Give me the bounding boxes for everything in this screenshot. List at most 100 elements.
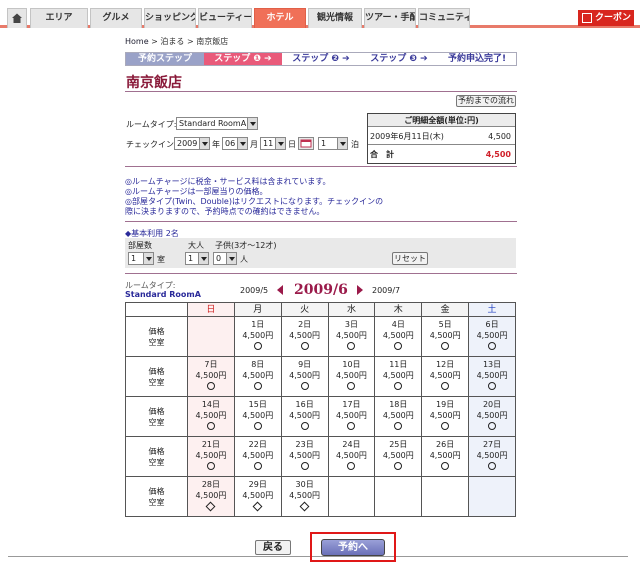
breadcrumb: Home > 泊まる > 南京飯店 (125, 37, 229, 46)
breadcrumb-home[interactable]: Home (125, 37, 149, 46)
children-label: 子供(3才～12才) (215, 241, 277, 250)
checkin-month-select[interactable]: 06 (222, 137, 248, 150)
calendar-day-cell[interactable]: 23日 4,500円 (280, 436, 329, 477)
availability-calendar: 日月火水木金土 価格 空室 1日 4,500円 2日 4,500円 3日 4,500円 4日 4,… (125, 302, 516, 517)
calendar-day-cell (374, 476, 423, 517)
calendar-day-cell[interactable]: 26日 4,500円 (421, 436, 470, 477)
calendar-picker-button[interactable] (298, 137, 314, 150)
calendar-day-cell[interactable]: 5日 4,500円 (421, 316, 470, 357)
nav-tab-beauty[interactable]: ビューティー (198, 8, 252, 28)
reset-button[interactable]: リセット (392, 252, 428, 265)
reserve-highlight: 予約へ (310, 532, 396, 562)
available-icon (253, 462, 262, 470)
available-icon (488, 422, 497, 430)
available-icon (441, 422, 450, 430)
calendar-day-cell[interactable]: 3日 4,500円 (327, 316, 376, 357)
coupon-label: クーポン (594, 13, 631, 23)
row-label: 価格 空室 (125, 356, 188, 397)
nights-select[interactable]: 1 (318, 137, 348, 150)
calendar-week-row: 価格 空室 7日 4,500円 8日 4,500円 9日 4,500円 10日 4,500円 11日… (125, 356, 516, 397)
available-icon (347, 422, 356, 430)
calendar-day-cell[interactable]: 7日 4,500円 (187, 356, 235, 397)
rooms-select[interactable]: 1 (128, 252, 154, 265)
calendar-day-cell[interactable]: 8日 4,500円 (233, 356, 282, 397)
calendar-day-cell[interactable]: 2日 4,500円 (280, 316, 329, 357)
back-button[interactable]: 戻る (255, 540, 291, 555)
rooms-label: 部屋数 (128, 241, 152, 250)
available-icon (488, 382, 497, 390)
calendar-day-cell[interactable]: 27日 4,500円 (468, 436, 516, 477)
chevron-down-icon (226, 253, 236, 264)
calendar-week-row: 価格 空室 21日 4,500円 22日 4,500円 23日 4,500円 24日 4,500円… (125, 436, 516, 477)
adults-label: 大人 (188, 241, 204, 250)
calendar-day-cell[interactable]: 30日 4,500円 (280, 476, 329, 517)
available-icon (394, 342, 403, 350)
available-icon (441, 462, 450, 470)
nav-tab-gourmet[interactable]: グルメ (90, 8, 142, 28)
room-type-select[interactable]: Standard RoomA (176, 117, 258, 130)
available-icon (394, 462, 403, 470)
available-icon (253, 342, 262, 350)
calendar-day-cell[interactable]: 28日 4,500円 (187, 476, 235, 517)
calendar-day-cell[interactable]: 4日 4,500円 (374, 316, 423, 357)
home-icon (12, 13, 22, 23)
available-icon (253, 422, 262, 430)
calendar-day-cell[interactable]: 12日 4,500円 (421, 356, 470, 397)
weekday-header: 水 (327, 302, 376, 317)
calendar-day-cell[interactable]: 6日 4,500円 (468, 316, 516, 357)
calendar-day-cell[interactable]: 17日 4,500円 (327, 396, 376, 437)
breadcrumb-current: 南京飯店 (196, 37, 229, 46)
nav-tab-hotel[interactable]: ホテル (254, 8, 306, 28)
limited-vacancy-icon (205, 501, 216, 512)
calendar-day-cell[interactable]: 19日 4,500円 (421, 396, 470, 437)
prev-month-arrow-icon[interactable] (277, 285, 283, 295)
calendar-day-cell[interactable]: 20日 4,500円 (468, 396, 516, 437)
calendar-day-cell (421, 476, 470, 517)
next-month-arrow-icon[interactable] (357, 285, 363, 295)
calendar-day-cell[interactable]: 22日 4,500円 (233, 436, 282, 477)
available-icon (394, 422, 403, 430)
nav-tab-sightseeing[interactable]: 観光情報 (308, 8, 362, 28)
weekday-header: 日 (187, 302, 235, 317)
calendar-day-cell[interactable]: 21日 4,500円 (187, 436, 235, 477)
calendar-day-cell[interactable]: 13日 4,500円 (468, 356, 516, 397)
checkin-year-select[interactable]: 2009 (174, 137, 210, 150)
row-label: 価格 空室 (125, 476, 188, 517)
reserve-button[interactable]: 予約へ (321, 539, 385, 556)
calendar-day-cell[interactable]: 25日 4,500円 (374, 436, 423, 477)
calendar-day-cell[interactable]: 10日 4,500円 (327, 356, 376, 397)
summary-total-row: 合 計 4,500 (370, 150, 511, 159)
calendar-day-cell[interactable]: 15日 4,500円 (233, 396, 282, 437)
weekday-header: 金 (421, 302, 470, 317)
calendar-day-cell[interactable]: 1日 4,500円 (233, 316, 282, 357)
coupon-button[interactable]: クーポン (578, 10, 634, 26)
nav-tab-area[interactable]: エリア (30, 8, 88, 28)
calendar-week-row: 価格 空室 14日 4,500円 15日 4,500円 16日 4,500円 17日 4,500円… (125, 396, 516, 437)
calendar-day-cell[interactable]: 29日 4,500円 (233, 476, 282, 517)
step-3: ステップ ❸ ➔ (360, 53, 438, 65)
chevron-down-icon (337, 138, 347, 149)
nav-tab-tour[interactable]: ツアー・手配 (364, 8, 416, 28)
checkin-day-select[interactable]: 11 (260, 137, 286, 150)
calendar-day-cell[interactable]: 14日 4,500円 (187, 396, 235, 437)
next-month-label[interactable]: 2009/7 (372, 286, 400, 295)
calendar-day-cell[interactable]: 11日 4,500円 (374, 356, 423, 397)
calendar-day-cell[interactable]: 9日 4,500円 (280, 356, 329, 397)
adults-select[interactable]: 1 (185, 252, 209, 265)
breadcrumb-stay[interactable]: 泊まる (160, 37, 184, 46)
step-2: ステップ ❷ ➔ (282, 53, 360, 65)
weekday-header: 月 (233, 302, 282, 317)
home-tab[interactable] (7, 8, 27, 28)
reservation-flow-button[interactable]: 予約までの流れ (456, 95, 516, 107)
calendar-day-cell[interactable]: 24日 4,500円 (327, 436, 376, 477)
available-icon (300, 342, 309, 350)
prev-month-label[interactable]: 2009/5 (240, 286, 268, 295)
nav-tab-community[interactable]: コミュニティ (418, 8, 470, 28)
calendar-day-cell[interactable]: 16日 4,500円 (280, 396, 329, 437)
row-label: 価格 空室 (125, 436, 188, 477)
hotel-name: 南京飯店 (126, 75, 182, 91)
available-icon (206, 462, 215, 470)
nav-tab-shopping[interactable]: ショッピング (144, 8, 196, 28)
calendar-day-cell[interactable]: 18日 4,500円 (374, 396, 423, 437)
children-select[interactable]: 0 (213, 252, 237, 265)
